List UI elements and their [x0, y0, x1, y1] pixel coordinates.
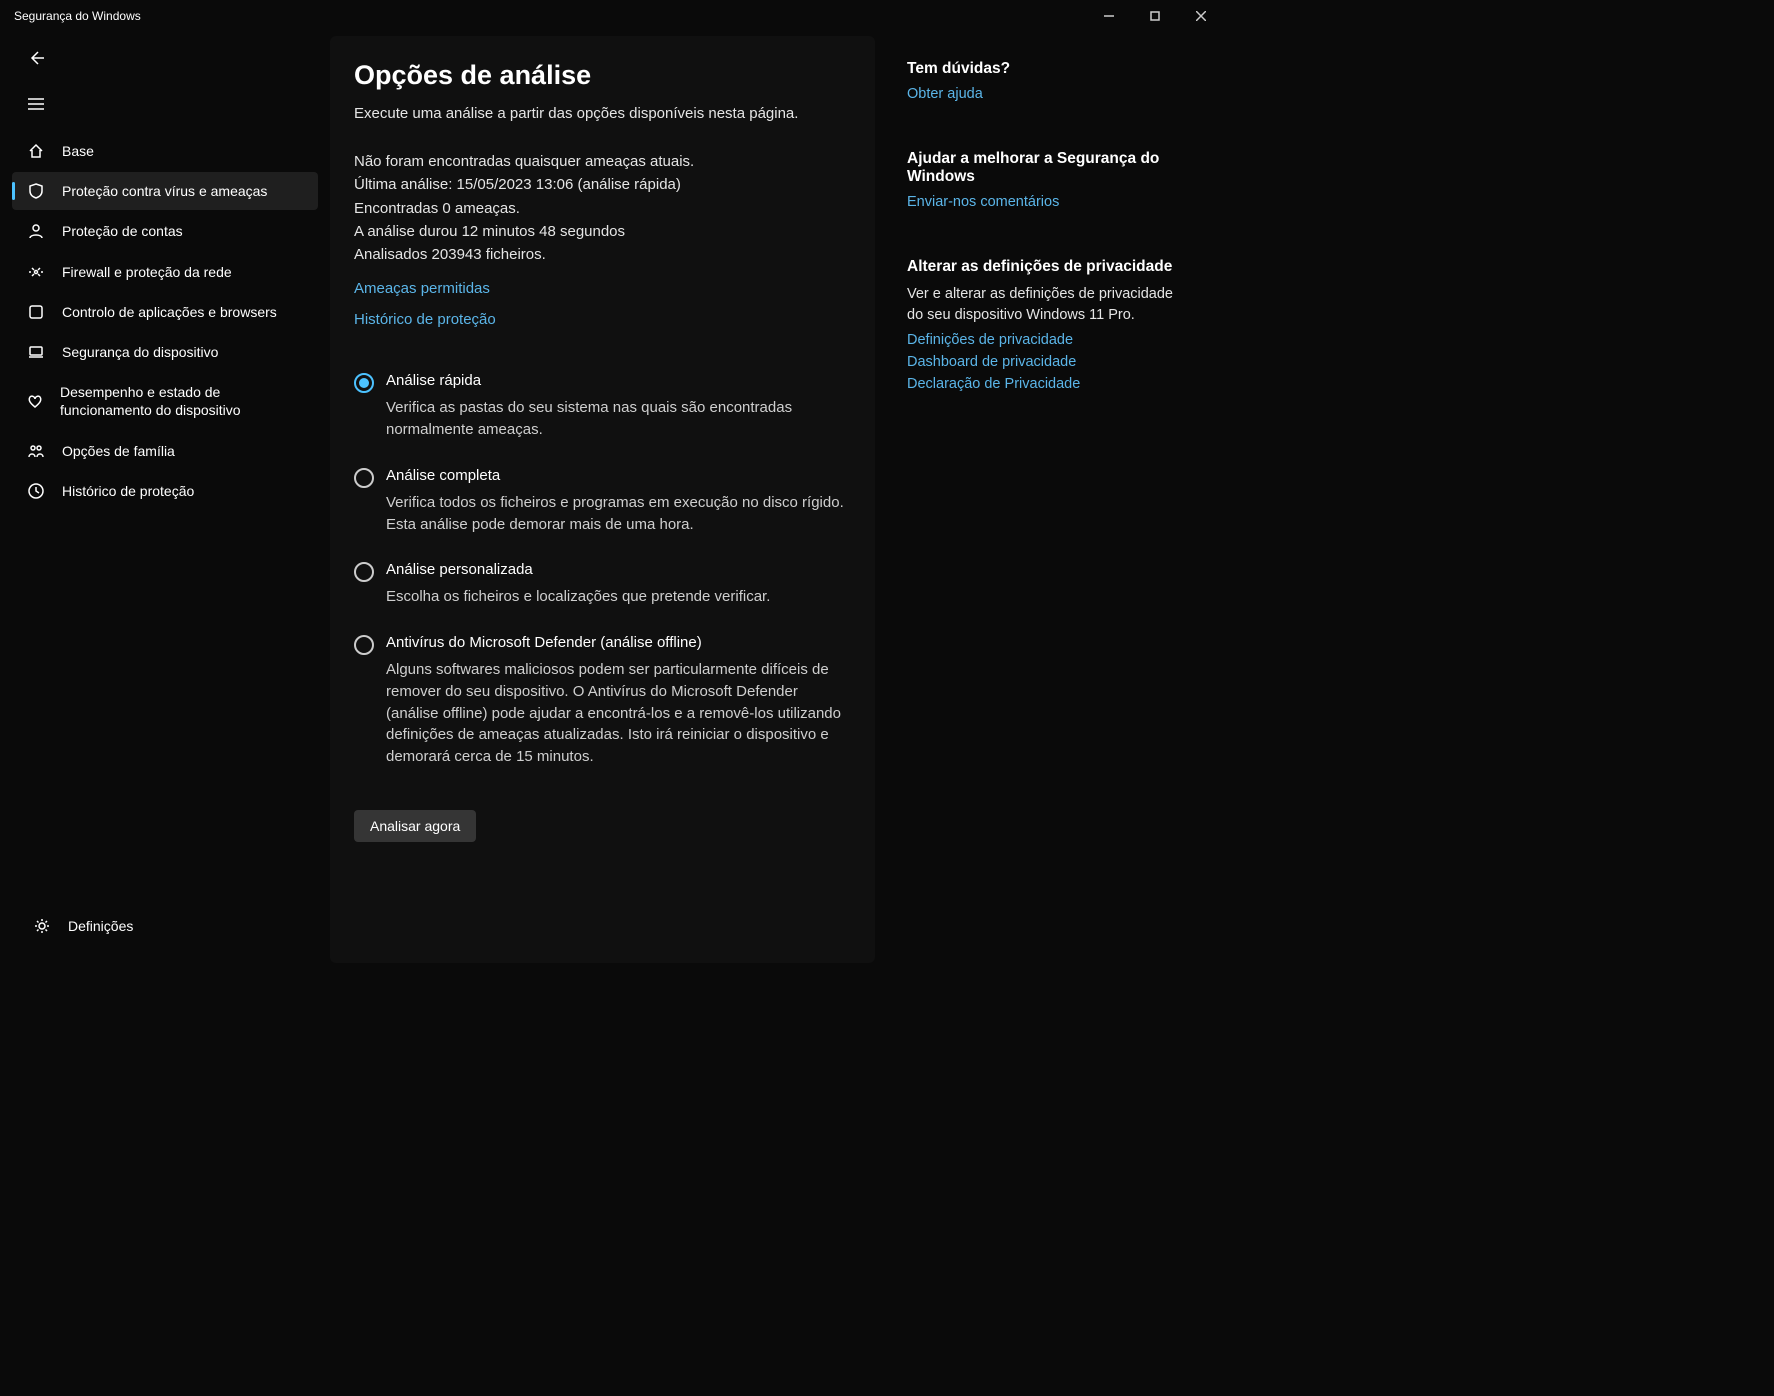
- privacy-dashboard-link[interactable]: Dashboard de privacidade: [907, 354, 1177, 370]
- heart-icon: [26, 392, 44, 410]
- close-button[interactable]: [1178, 0, 1224, 32]
- titlebar: Segurança do Windows: [0, 0, 1224, 32]
- radio-title: Antivírus do Microsoft Defender (análise…: [386, 634, 851, 651]
- privacy-statement-link[interactable]: Declaração de Privacidade: [907, 376, 1177, 392]
- sidebar-item-home[interactable]: Base: [12, 132, 318, 170]
- radio-custom-scan[interactable]: Análise personalizada Escolha os ficheir…: [354, 561, 851, 608]
- sidebar-item-history[interactable]: Histórico de proteção: [12, 472, 318, 510]
- privacy-heading: Alterar as definições de privacidade: [907, 258, 1177, 276]
- sidebar-item-performance[interactable]: Desempenho e estado de funcionamento do …: [12, 373, 318, 429]
- sidebar-item-label: Proteção de contas: [62, 222, 183, 240]
- page-subtitle: Execute uma análise a partir das opções …: [354, 105, 851, 122]
- help-heading: Tem dúvidas?: [907, 60, 1177, 78]
- sidebar-item-label: Controlo de aplicações e browsers: [62, 303, 277, 321]
- sidebar-item-label: Opções de família: [62, 442, 175, 460]
- maximize-button[interactable]: [1132, 0, 1178, 32]
- radio-icon: [354, 373, 374, 393]
- maximize-icon: [1150, 11, 1160, 21]
- window-controls: [1086, 0, 1224, 32]
- radio-offline-scan[interactable]: Antivírus do Microsoft Defender (análise…: [354, 634, 851, 768]
- app-icon: [26, 303, 46, 321]
- sidebar-item-label: Histórico de proteção: [62, 482, 194, 500]
- sidebar: Base Proteção contra vírus e ameaças Pro…: [0, 32, 330, 963]
- back-button[interactable]: [16, 40, 56, 76]
- feedback-link[interactable]: Enviar-nos comentários: [907, 194, 1177, 210]
- sidebar-item-label: Firewall e proteção da rede: [62, 263, 232, 281]
- close-icon: [1196, 11, 1206, 21]
- sidebar-item-firewall[interactable]: Firewall e proteção da rede: [12, 253, 318, 291]
- sidebar-item-device-security[interactable]: Segurança do dispositivo: [12, 333, 318, 371]
- radio-icon: [354, 635, 374, 655]
- radio-desc: Verifica todos os ficheiros e programas …: [386, 492, 851, 536]
- radio-desc: Verifica as pastas do seu sistema nas qu…: [386, 397, 851, 441]
- laptop-icon: [26, 343, 46, 361]
- radio-full-scan[interactable]: Análise completa Verifica todos os fiche…: [354, 467, 851, 536]
- minimize-button[interactable]: [1086, 0, 1132, 32]
- person-icon: [26, 222, 46, 240]
- sidebar-item-app-control[interactable]: Controlo de aplicações e browsers: [12, 293, 318, 331]
- radio-title: Análise rápida: [386, 372, 851, 389]
- radio-quick-scan[interactable]: Análise rápida Verifica as pastas do seu…: [354, 372, 851, 441]
- scan-status: Não foram encontradas quaisquer ameaças …: [354, 150, 851, 266]
- content-panel: Opções de análise Execute uma análise a …: [330, 36, 875, 963]
- privacy-settings-link[interactable]: Definições de privacidade: [907, 332, 1177, 348]
- allowed-threats-link[interactable]: Ameaças permitidas: [354, 280, 851, 297]
- sidebar-item-label: Definições: [68, 917, 133, 935]
- radio-desc: Escolha os ficheiros e localizações que …: [386, 586, 851, 608]
- sidebar-item-label: Segurança do dispositivo: [62, 343, 218, 361]
- history-icon: [26, 482, 46, 500]
- sidebar-item-label: Desempenho e estado de funcionamento do …: [60, 383, 304, 419]
- back-arrow-icon: [28, 50, 44, 66]
- radio-desc: Alguns softwares maliciosos podem ser pa…: [386, 659, 851, 768]
- minimize-icon: [1104, 11, 1114, 21]
- aside-panel: Tem dúvidas? Obter ajuda Ajudar a melhor…: [907, 36, 1187, 963]
- status-last-scan: Última análise: 15/05/2023 13:06 (anális…: [354, 173, 851, 196]
- status-duration: A análise durou 12 minutos 48 segundos: [354, 220, 851, 243]
- get-help-link[interactable]: Obter ajuda: [907, 86, 1177, 102]
- menu-button[interactable]: [16, 86, 56, 122]
- radio-title: Análise completa: [386, 467, 851, 484]
- improve-heading: Ajudar a melhorar a Segurança do Windows: [907, 150, 1177, 186]
- privacy-text: Ver e alterar as definições de privacida…: [907, 284, 1177, 326]
- radio-icon: [354, 562, 374, 582]
- status-no-threats: Não foram encontradas quaisquer ameaças …: [354, 150, 851, 173]
- shield-icon: [26, 182, 46, 200]
- hamburger-icon: [28, 97, 44, 111]
- home-icon: [26, 142, 46, 160]
- family-icon: [26, 442, 46, 460]
- page-title: Opções de análise: [354, 60, 851, 91]
- sidebar-item-settings[interactable]: Definições: [18, 907, 312, 945]
- network-icon: [26, 263, 46, 281]
- sidebar-item-label: Proteção contra vírus e ameaças: [62, 182, 267, 200]
- window-title: Segurança do Windows: [14, 9, 141, 23]
- sidebar-item-account[interactable]: Proteção de contas: [12, 212, 318, 250]
- status-threats-found: Encontradas 0 ameaças.: [354, 197, 851, 220]
- scan-now-button[interactable]: Analisar agora: [354, 810, 476, 842]
- gear-icon: [32, 917, 52, 935]
- sidebar-item-label: Base: [62, 142, 94, 160]
- sidebar-item-virus[interactable]: Proteção contra vírus e ameaças: [12, 172, 318, 210]
- status-files-scanned: Analisados 203943 ficheiros.: [354, 243, 851, 266]
- protection-history-link[interactable]: Histórico de proteção: [354, 311, 851, 328]
- sidebar-item-family[interactable]: Opções de família: [12, 432, 318, 470]
- radio-icon: [354, 468, 374, 488]
- radio-title: Análise personalizada: [386, 561, 851, 578]
